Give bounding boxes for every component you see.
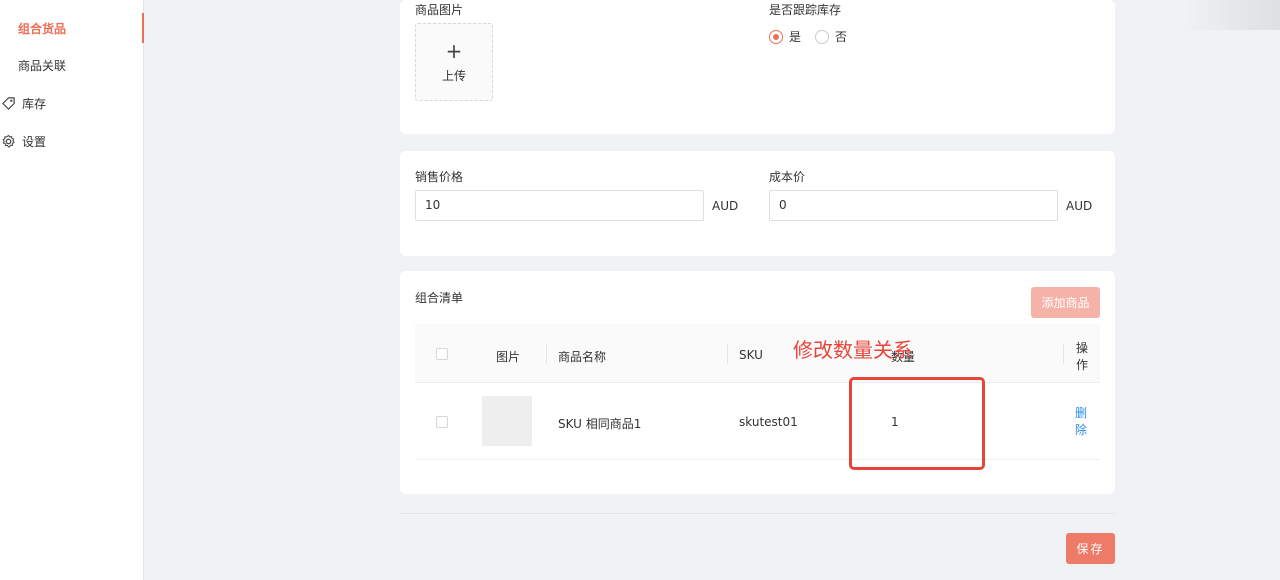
delete-link-1[interactable]: 删: [1075, 405, 1089, 422]
sale-price-label: 销售价格: [415, 170, 464, 184]
combo-list-title: 组合清单: [415, 291, 464, 305]
sidebar-item-product-link[interactable]: 商品关联: [0, 50, 144, 80]
radio-no-circle[interactable]: [815, 29, 830, 44]
plus-icon: +: [445, 38, 463, 63]
product-name: SKU 相同商品1: [558, 417, 642, 431]
radio-yes-label: 是: [789, 30, 802, 44]
column-header-action-1: 操: [1076, 341, 1089, 355]
column-divider: [727, 344, 728, 364]
product-sku: skutest01: [739, 415, 798, 429]
product-thumbnail: [482, 396, 532, 446]
radio-yes-circle[interactable]: [769, 29, 783, 44]
basic-info-card: 商品图片 + 上传 是否跟踪库存 是 否: [400, 0, 1115, 134]
cost-price-label: 成本价: [769, 170, 806, 184]
upload-image-button[interactable]: + 上传: [415, 23, 493, 101]
delete-link-2[interactable]: 除: [1075, 422, 1089, 439]
table-row: SKU 相同商品1 skutest01 1 删 除: [415, 383, 1100, 460]
cost-price-input[interactable]: 0: [769, 190, 1058, 221]
column-divider: [1063, 344, 1064, 364]
column-header-image: 图片: [496, 350, 521, 364]
upload-label: 上传: [441, 68, 466, 83]
add-product-button[interactable]: 添加商品: [1031, 287, 1100, 318]
cost-price-unit: AUD: [1066, 199, 1093, 213]
row-checkbox[interactable]: [436, 416, 448, 428]
sidebar-item-settings[interactable]: 设置: [0, 126, 144, 156]
column-divider: [546, 344, 547, 364]
product-image-label: 商品图片: [415, 3, 464, 17]
sale-price-unit: AUD: [712, 199, 739, 213]
sale-price-input[interactable]: 10: [415, 190, 704, 221]
table-header: 图片 商品名称 SKU 数量 操 作: [415, 324, 1100, 383]
radio-yes[interactable]: 是: [769, 28, 801, 45]
footer-divider: [400, 513, 1115, 514]
select-all-checkbox[interactable]: [436, 348, 448, 360]
sidebar-item-label: 设置: [22, 134, 47, 149]
gear-icon: [0, 133, 16, 149]
annotation-box: [849, 377, 985, 470]
annotation-text: 修改数量关系: [793, 338, 913, 362]
sidebar: 组合货品 商品关联 库存 设置: [0, 0, 144, 580]
sidebar-item-label: 库存: [22, 96, 47, 111]
combo-list-card: 组合清单 添加商品 图片 商品名称 SKU 数量 操 作 SKU 相同商品1 s…: [400, 271, 1115, 494]
sidebar-item-combo-goods[interactable]: 组合货品: [0, 13, 144, 43]
column-header-sku: SKU: [739, 348, 763, 362]
column-header-action-2: 作: [1076, 358, 1089, 372]
tag-icon: [0, 95, 16, 111]
radio-no-label: 否: [835, 30, 848, 44]
track-inventory-label: 是否跟踪库存: [769, 3, 842, 17]
track-inventory-radio-group: 是 否: [769, 28, 861, 45]
radio-no[interactable]: 否: [815, 28, 847, 45]
save-button[interactable]: 保存: [1066, 533, 1115, 564]
price-card: 销售价格 10 AUD 成本价 0 AUD: [400, 151, 1115, 256]
corner-shadow: [1180, 0, 1280, 30]
sidebar-item-label: 商品关联: [18, 58, 67, 73]
column-header-name: 商品名称: [558, 350, 607, 364]
delete-link[interactable]: 删 除: [1075, 405, 1089, 439]
sidebar-item-inventory[interactable]: 库存: [0, 88, 144, 118]
sidebar-item-label: 组合货品: [18, 21, 67, 36]
